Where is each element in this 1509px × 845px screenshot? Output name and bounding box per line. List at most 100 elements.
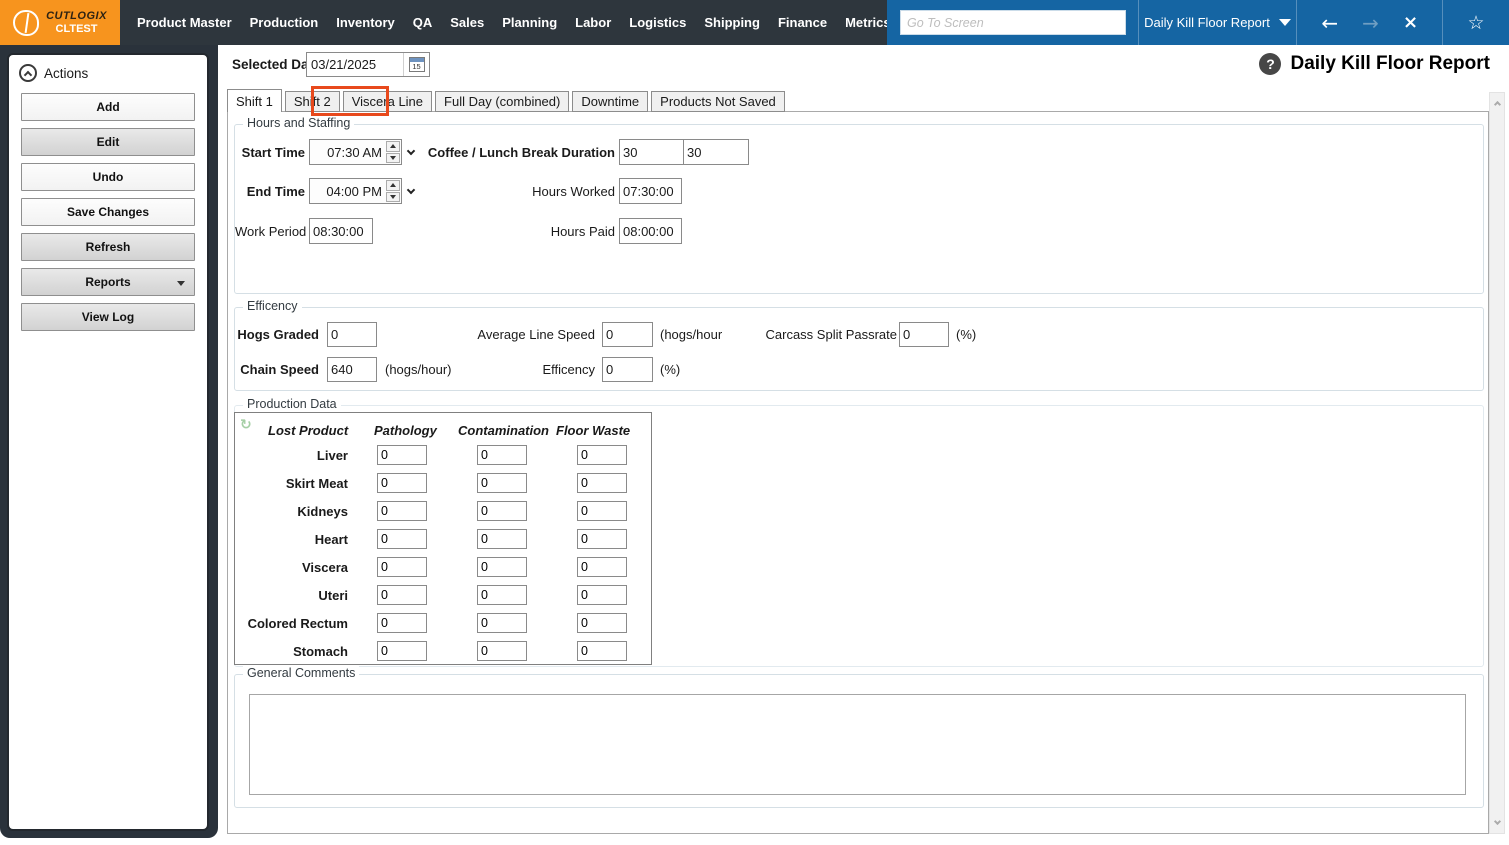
colored-rectum-contamination-input[interactable]: [477, 613, 527, 633]
tab-products-not-saved[interactable]: Products Not Saved: [651, 91, 785, 112]
liver-contamination-input[interactable]: [477, 445, 527, 465]
start-time-value: 07:30 AM: [310, 145, 385, 160]
go-to-screen-input[interactable]: [900, 10, 1126, 35]
favorite-star-icon[interactable]: ☆: [1443, 0, 1509, 45]
nav-item-sales[interactable]: Sales: [441, 0, 493, 45]
heart-pathology-input[interactable]: [377, 529, 427, 549]
stomach-floor-waste-input[interactable]: [577, 641, 627, 661]
uteri-contamination-input[interactable]: [477, 585, 527, 605]
break-duration-input-2[interactable]: [683, 139, 749, 165]
scrollbar-down-button[interactable]: [1490, 815, 1504, 831]
efficiency-input[interactable]: [602, 357, 653, 382]
chain-speed-label: Chain Speed: [235, 362, 319, 377]
end-time-spin-up-button[interactable]: [386, 180, 400, 191]
carcass-split-passrate-input[interactable]: [899, 322, 949, 347]
efficiency-unit: (%): [660, 362, 680, 377]
tab-shift-2[interactable]: Shift 2: [285, 91, 340, 112]
end-time-box[interactable]: 04:00 PM: [309, 178, 402, 204]
general-comments-textarea[interactable]: [249, 694, 1466, 795]
refresh-table-icon[interactable]: ↻: [240, 418, 252, 432]
brand-name: CUTLOGIX: [46, 10, 107, 22]
screen-selector-dropdown[interactable]: Daily Kill Floor Report: [1139, 0, 1297, 45]
page-title: Daily Kill Floor Report: [1290, 53, 1490, 75]
brand-logo: CUTLOGIX CLTEST: [0, 0, 120, 45]
nav-item-finance[interactable]: Finance: [769, 0, 836, 45]
hours-and-staffing-label: Hours and Staffing: [243, 116, 354, 130]
colored-rectum-pathology-input[interactable]: [377, 613, 427, 633]
hours-worked-input[interactable]: [619, 178, 682, 204]
stomach-contamination-input[interactable]: [477, 641, 527, 661]
start-time-spin-up-button[interactable]: [386, 141, 400, 152]
nav-item-labor[interactable]: Labor: [566, 0, 620, 45]
back-arrow-icon[interactable]: ←: [1321, 13, 1338, 33]
tab-downtime[interactable]: Downtime: [572, 91, 648, 112]
liver-floor-waste-input[interactable]: [577, 445, 627, 465]
hours-and-staffing-group: Hours and Staffing Start Time 07:30 AM C…: [234, 124, 1484, 294]
chevron-up-icon: [1493, 101, 1500, 108]
refresh-button[interactable]: Refresh: [21, 233, 195, 261]
heart-floor-waste-input[interactable]: [577, 529, 627, 549]
tab-shift-1[interactable]: Shift 1: [227, 89, 282, 112]
average-line-speed-input[interactable]: [602, 322, 653, 347]
column-header-contamination: Contamination: [458, 423, 549, 438]
vertical-scrollbar[interactable]: [1489, 92, 1505, 834]
reports-button[interactable]: Reports: [21, 268, 195, 296]
kidneys-pathology-input[interactable]: [377, 501, 427, 521]
end-time-value: 04:00 PM: [310, 184, 385, 199]
nav-item-inventory[interactable]: Inventory: [327, 0, 404, 45]
nav-item-logistics[interactable]: Logistics: [620, 0, 695, 45]
help-icon[interactable]: ?: [1259, 53, 1281, 75]
spin-up-icon: [390, 183, 396, 187]
screen-selector-label: Daily Kill Floor Report: [1144, 15, 1270, 30]
selected-date-input[interactable]: [307, 53, 403, 76]
liver-pathology-input[interactable]: [377, 445, 427, 465]
start-time-label: Start Time: [235, 145, 305, 160]
chevron-down-icon: [177, 281, 185, 286]
view-log-button[interactable]: View Log: [21, 303, 195, 331]
viscera-pathology-input[interactable]: [377, 557, 427, 577]
nav-item-qa[interactable]: QA: [404, 0, 442, 45]
skirt-meat-pathology-input[interactable]: [377, 473, 427, 493]
heart-contamination-input[interactable]: [477, 529, 527, 549]
hours-paid-input[interactable]: [619, 218, 682, 244]
stomach-pathology-input[interactable]: [377, 641, 427, 661]
work-period-input[interactable]: [309, 218, 373, 244]
viscera-contamination-input[interactable]: [477, 557, 527, 577]
close-icon[interactable]: ×: [1403, 14, 1418, 32]
save-changes-button[interactable]: Save Changes: [21, 198, 195, 226]
edit-button[interactable]: Edit: [21, 128, 195, 156]
nav-item-production[interactable]: Production: [241, 0, 328, 45]
nav-item-product-master[interactable]: Product Master: [128, 0, 241, 45]
viscera-floor-waste-input[interactable]: [577, 557, 627, 577]
row-label-stomach: Stomach: [235, 644, 348, 659]
scrollbar-up-button[interactable]: [1490, 95, 1504, 111]
tab-viscera-line[interactable]: Viscera Line: [343, 91, 432, 112]
nav-item-shipping[interactable]: Shipping: [695, 0, 769, 45]
hogs-graded-input[interactable]: [327, 322, 377, 347]
kidneys-contamination-input[interactable]: [477, 501, 527, 521]
nav-item-planning[interactable]: Planning: [493, 0, 566, 45]
forward-arrow-icon[interactable]: →: [1362, 13, 1379, 33]
chevron-down-icon: [406, 185, 414, 193]
end-time-picker: 04:00 PM: [309, 178, 419, 204]
uteri-floor-waste-input[interactable]: [577, 585, 627, 605]
uteri-pathology-input[interactable]: [377, 585, 427, 605]
skirt-meat-floor-waste-input[interactable]: [577, 473, 627, 493]
production-data-group-label: Production Data: [243, 397, 341, 411]
calendar-button[interactable]: 15: [403, 53, 429, 76]
top-nav-bar: CUTLOGIX CLTEST Product Master Productio…: [0, 0, 1509, 45]
hogs-graded-label: Hogs Graded: [235, 327, 319, 342]
chain-speed-unit: (hogs/hour): [385, 362, 451, 377]
undo-button[interactable]: Undo: [21, 163, 195, 191]
collapse-actions-button[interactable]: [19, 64, 37, 82]
end-time-spin-down-button[interactable]: [386, 192, 400, 203]
start-time-spin-down-button[interactable]: [386, 153, 400, 164]
skirt-meat-contamination-input[interactable]: [477, 473, 527, 493]
break-duration-input-1[interactable]: [619, 139, 684, 165]
add-button[interactable]: Add: [21, 93, 195, 121]
start-time-box[interactable]: 07:30 AM: [309, 139, 402, 165]
kidneys-floor-waste-input[interactable]: [577, 501, 627, 521]
chain-speed-input[interactable]: [327, 357, 377, 382]
tab-full-day-combined[interactable]: Full Day (combined): [435, 91, 569, 112]
colored-rectum-floor-waste-input[interactable]: [577, 613, 627, 633]
